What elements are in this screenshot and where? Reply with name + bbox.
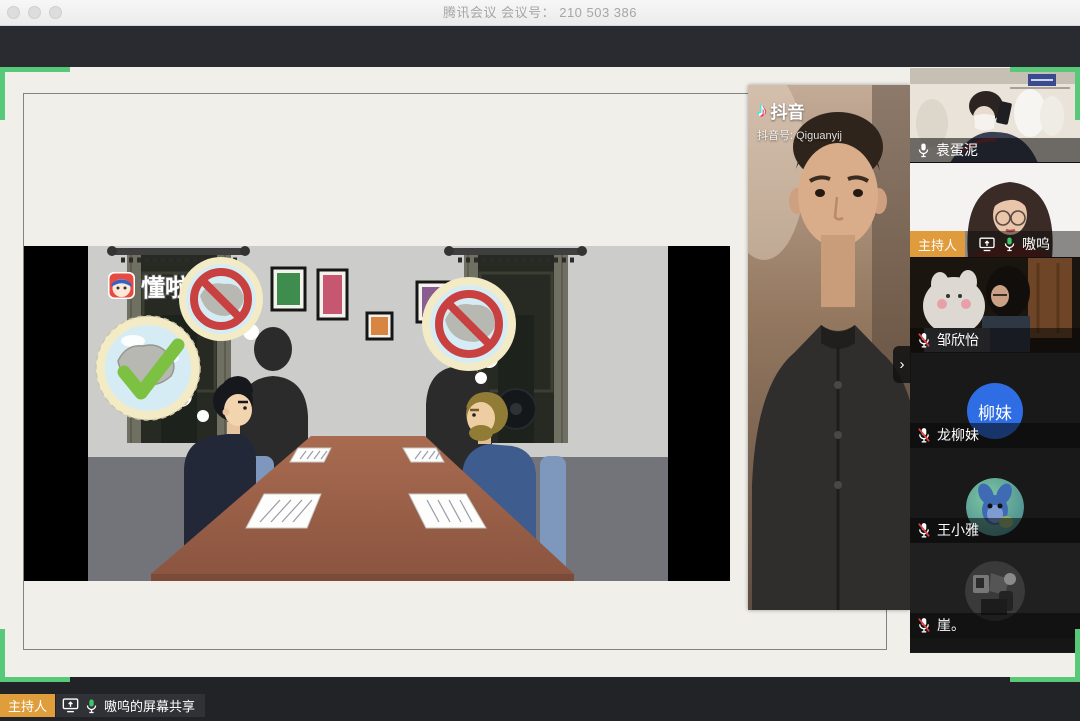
participant-tile[interactable]: 邹欣怡 [910, 258, 1080, 353]
top-toolbar [0, 26, 1080, 67]
titlebar: 腾讯会议 会议号： 210 503 386 [0, 0, 1080, 26]
screen-share-icon [979, 237, 995, 252]
collapse-sidebar-button[interactable]: › [893, 346, 911, 383]
participant-name: 嗷呜 [1022, 234, 1050, 254]
donla-logo: 懂啦 [108, 272, 189, 302]
mic-muted-icon [917, 332, 931, 348]
share-status-text: 嗷呜的屏幕共享 [104, 696, 195, 715]
participant-tile[interactable]: 崖。 [910, 543, 1080, 638]
douyin-video-overlay[interactable]: ♪ 抖音 抖音号: Qiguanyij [748, 85, 910, 610]
chevron-right-icon: › [900, 356, 905, 373]
host-badge: 主持人 [910, 231, 965, 257]
participant-name: 崖。 [937, 615, 965, 635]
grayscale-avatar-image [965, 561, 1025, 621]
participant-name: 邹欣怡 [937, 330, 979, 350]
douyin-account-id: 抖音号: Qiguanyij [757, 127, 842, 143]
douyin-video-frame [748, 85, 910, 610]
mic-muted-icon [917, 617, 931, 633]
avatar-initials: 柳妹 [978, 399, 1012, 424]
mic-muted-icon [917, 522, 931, 538]
mic-active-icon [85, 698, 98, 714]
participants-sidebar: 袁蛋泥 主持人 [910, 68, 1080, 653]
window-title: 腾讯会议 会议号： 210 503 386 [0, 0, 1080, 25]
mic-icon [917, 142, 930, 158]
mic-muted-icon [917, 427, 931, 443]
screen-share-status[interactable]: 嗷呜的屏幕共享 [56, 694, 205, 717]
participant-name: 龙柳妹 [937, 425, 979, 445]
bottom-bar: 主持人 嗷呜的屏幕共享 [0, 677, 1080, 721]
video-player-letterbox: 懂啦 [24, 246, 730, 581]
screen-share-stage: 懂啦 [0, 67, 1080, 677]
participant-name: 王小雅 [937, 520, 979, 540]
participant-tile[interactable]: 王小雅 [910, 448, 1080, 543]
participant-tile[interactable]: 袁蛋泥 [910, 68, 1080, 163]
partial-next-tile [910, 638, 1080, 652]
screen-share-icon [62, 698, 79, 713]
host-badge: 主持人 [0, 694, 55, 717]
douyin-note-icon: ♪ [757, 101, 767, 120]
douyin-app-name: 抖音 [771, 98, 805, 123]
participant-tile[interactable]: 主持人 嗷呜 [910, 163, 1080, 258]
thought-bubble-banned-map-left [179, 257, 263, 341]
avatar [965, 561, 1025, 621]
participant-tile[interactable]: 柳妹 龙柳妹 [910, 353, 1080, 448]
participant-name: 袁蛋泥 [936, 140, 978, 160]
mic-active-icon [1003, 236, 1016, 252]
shared-cartoon-video: 懂啦 [88, 246, 668, 581]
tencent-meeting-window: 腾讯会议 会议号： 210 503 386 [0, 0, 1080, 721]
